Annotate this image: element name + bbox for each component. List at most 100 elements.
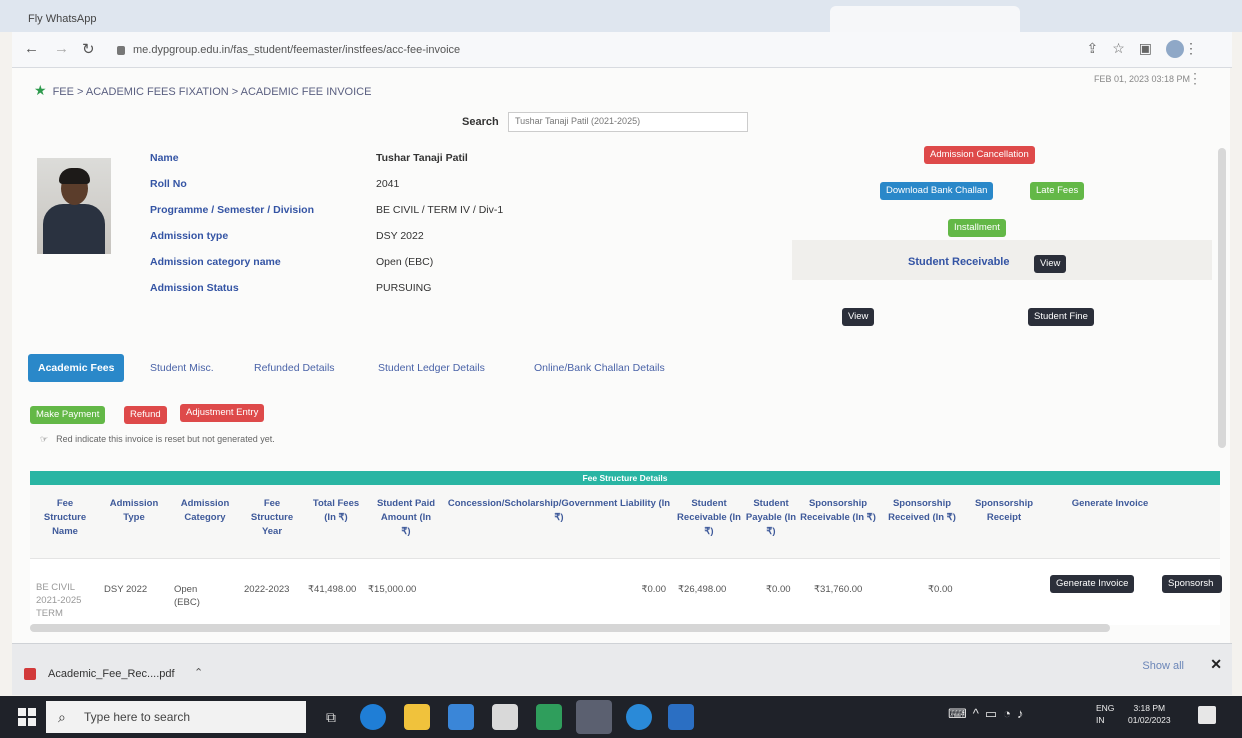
breadcrumb: ★ FEE > ACADEMIC FEES FIXATION > ACADEMIC…	[34, 82, 371, 99]
browser-tab[interactable]	[150, 6, 350, 32]
address-bar[interactable]: me.dypgroup.edu.in/fas_student/feemaster…	[117, 38, 1047, 62]
screen: Fly WhatsApp ← → ↻ me.dypgroup.edu.in/fa…	[0, 0, 1242, 738]
info-value: DSY 2022	[376, 230, 424, 242]
browser-tools: ⇪☆▣ ⋮	[1086, 40, 1212, 59]
sidebar-icon[interactable]: ▣	[1139, 40, 1166, 56]
breadcrumb-text[interactable]: FEE > ACADEMIC FEES FIXATION > ACADEMIC …	[53, 86, 372, 98]
td-concession: ₹0.00	[641, 584, 666, 595]
windows-start-icon[interactable]	[18, 708, 36, 726]
th-admission-category: Admission Category	[180, 498, 230, 523]
info-value: Tushar Tanaji Patil	[376, 152, 468, 164]
store-icon[interactable]	[448, 704, 474, 730]
td-total-fees: ₹41,498.00	[308, 584, 357, 595]
download-filename[interactable]: Academic_Fee_Rec....pdf	[48, 668, 175, 680]
make-payment-button[interactable]: Make Payment	[30, 406, 106, 424]
word-icon[interactable]	[668, 704, 694, 730]
network-icon[interactable]: ◔	[1003, 706, 1017, 721]
th-fee-structure-year: Fee Structure Year	[250, 498, 294, 537]
td-payable: ₹0.00	[766, 584, 791, 595]
windows-taskbar: ⌕ Type here to search ⧉ ⌨^▭◔♪ ENG IN 3:1…	[0, 696, 1242, 738]
th-sponsorship-received: Sponsorship Received (In ₹)	[888, 498, 956, 523]
notification-icon[interactable]	[1198, 706, 1216, 724]
view-receivable-button[interactable]: View	[1034, 255, 1067, 273]
forward-icon[interactable]: →	[54, 40, 69, 57]
reload-icon[interactable]: ↻	[82, 40, 95, 58]
info-label: Roll No	[150, 178, 187, 190]
lang-bottom: IN	[1096, 715, 1105, 725]
battery-icon[interactable]: ▭	[985, 706, 1003, 721]
generate-invoice-button[interactable]: Generate Invoice	[1050, 575, 1135, 593]
close-icon[interactable]: ✕	[1210, 656, 1222, 673]
th-sponsorship-receipt: Sponsorship Receipt	[974, 498, 1034, 523]
bookmark-star-icon[interactable]: ☆	[1112, 40, 1139, 56]
late-fees-button[interactable]: Late Fees	[1030, 182, 1085, 200]
search-icon: ⌕	[58, 709, 66, 725]
adjustment-entry-button[interactable]: Adjustment Entry	[180, 404, 265, 422]
search-input[interactable]: Tushar Tanaji Patil (2021-2025)	[508, 112, 748, 132]
th-student-payable: Student Payable (In ₹)	[745, 498, 797, 537]
chevron-up-tray-icon[interactable]: ^	[973, 706, 985, 721]
td-admission-type: DSY 2022	[104, 584, 148, 595]
th-student-receivable: Student Receivable (In ₹)	[677, 498, 741, 537]
menu-kebab-icon[interactable]: ⋮	[1184, 40, 1212, 56]
profile-avatar[interactable]	[1166, 40, 1184, 59]
app-icon[interactable]	[492, 704, 518, 730]
info-label: Admission type	[150, 230, 229, 242]
view-button[interactable]: View	[842, 308, 875, 326]
search-label: Search	[462, 116, 499, 128]
taskbar-clock[interactable]: 3:18 PM 01/02/2023	[1128, 702, 1171, 726]
taskbar-search-placeholder: Type here to search	[84, 710, 191, 724]
browser-tab[interactable]	[500, 6, 660, 32]
download-bank-challan-button[interactable]: Download Bank Challan	[880, 182, 994, 200]
student-fine-button[interactable]: Student Fine	[1028, 308, 1094, 326]
th-concession: Concession/Scholarship/Government Liabil…	[447, 498, 671, 523]
chrome-icon[interactable]	[576, 700, 612, 734]
hint-text: Red indicate this invoice is reset but n…	[56, 434, 275, 444]
keyboard-icon[interactable]: ⌨	[948, 706, 973, 721]
th-fee-structure-name: Fee Structure Name	[43, 498, 87, 537]
volume-icon[interactable]: ♪	[1017, 706, 1030, 721]
share-icon[interactable]: ⇪	[1086, 40, 1112, 56]
tab-academic-fees[interactable]: Academic Fees	[28, 354, 125, 382]
taskbar-search[interactable]: ⌕ Type here to search	[46, 701, 306, 733]
language-indicator[interactable]: ENG IN	[1096, 702, 1114, 726]
th-generate-invoice: Generate Invoice	[1071, 498, 1149, 509]
task-view-icon[interactable]: ⧉	[318, 704, 344, 730]
browser-tab[interactable]	[665, 6, 825, 32]
excel-icon[interactable]	[536, 704, 562, 730]
vertical-scrollbar[interactable]	[1218, 148, 1226, 448]
file-explorer-icon[interactable]	[404, 704, 430, 730]
sponsorship-button[interactable]: Sponsorsh	[1162, 575, 1222, 593]
th-student-paid: Student Paid Amount (In ₹)	[376, 498, 436, 537]
student-receivable-label: Student Receivable	[908, 256, 1010, 268]
clock-time: 3:18 PM	[1133, 703, 1166, 713]
show-all-link[interactable]: Show all	[1142, 660, 1184, 672]
td-receivable: ₹26,498.00	[678, 584, 727, 595]
tab-online-bank-challan[interactable]: Online/Bank Challan Details	[534, 354, 665, 382]
pdf-icon	[24, 668, 36, 680]
browser-tab-active[interactable]	[830, 6, 1020, 32]
td-year: 2022-2023	[244, 584, 290, 595]
refund-button[interactable]: Refund	[124, 406, 167, 424]
fee-structure-title: Fee Structure Details	[30, 471, 1220, 485]
edge-icon[interactable]	[360, 704, 386, 730]
tab-student-misc[interactable]: Student Misc.	[150, 354, 214, 382]
app2-icon[interactable]	[626, 704, 652, 730]
th-sponsorship-receivable: Sponsorship Receivable (In ₹)	[800, 498, 876, 523]
admission-cancellation-button[interactable]: Admission Cancellation	[924, 146, 1035, 164]
back-icon[interactable]: ←	[24, 40, 39, 57]
browser-tab[interactable]: Fly WhatsApp	[18, 6, 148, 32]
tab-student-ledger-details[interactable]: Student Ledger Details	[378, 354, 485, 382]
installment-button[interactable]: Installment	[948, 219, 1006, 237]
photo-body	[43, 204, 105, 254]
info-value: PURSUING	[376, 282, 432, 294]
td-sponsor-receivable: ₹31,760.00	[814, 584, 863, 595]
info-label: Admission category name	[150, 256, 281, 268]
browser-toolbar: ← → ↻ me.dypgroup.edu.in/fas_student/fee…	[12, 32, 1232, 68]
tab-refunded-details[interactable]: Refunded Details	[254, 354, 335, 382]
info-label: Admission Status	[150, 282, 239, 294]
horizontal-scrollbar[interactable]	[30, 624, 1110, 632]
chevron-up-icon[interactable]: ⌃	[194, 666, 203, 679]
page-datetime: FEB 01, 2023 03:18 PM	[1093, 74, 1190, 84]
page-kebab-icon[interactable]: ⋮	[1188, 70, 1202, 87]
